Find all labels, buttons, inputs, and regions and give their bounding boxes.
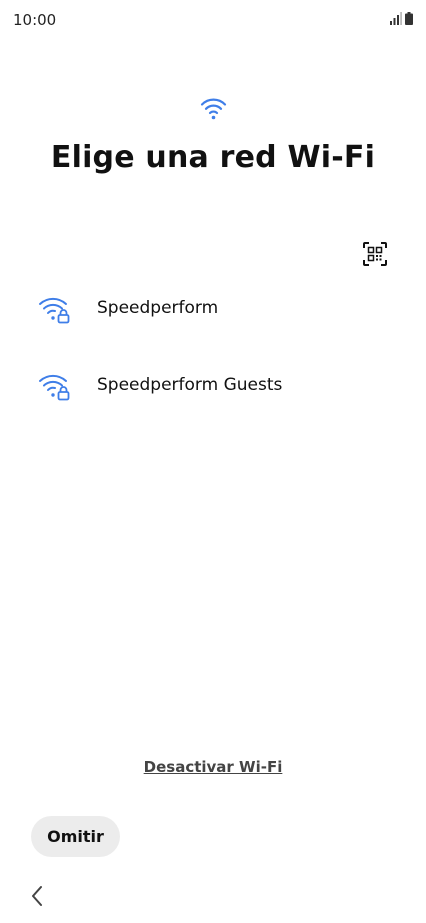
disable-wifi-link[interactable]: Desactivar Wi-Fi <box>0 758 426 776</box>
wifi-lock-icon <box>39 374 70 401</box>
status-icons <box>390 12 413 25</box>
back-button[interactable] <box>26 883 48 909</box>
network-list: Speedperform Speedperform Guests <box>0 278 426 432</box>
wifi-icon <box>200 98 227 120</box>
qr-code-scan-icon <box>363 242 387 266</box>
qr-scan-button[interactable] <box>358 238 392 270</box>
signal-icon <box>390 12 402 25</box>
skip-button[interactable]: Omitir <box>31 816 120 857</box>
network-item-speedperform[interactable]: Speedperform <box>0 278 426 355</box>
network-item-speedperform-guests[interactable]: Speedperform Guests <box>0 355 426 432</box>
wifi-lock-icon <box>39 297 70 324</box>
battery-icon <box>405 12 413 25</box>
network-name: Speedperform Guests <box>97 375 283 395</box>
status-time: 10:00 <box>13 11 57 29</box>
wifi-setup-screen: 10:00 Elige una red Wi-Fi Speedperform S… <box>0 0 426 923</box>
page-title: Elige una red Wi-Fi <box>50 140 376 175</box>
status-bar: 10:00 <box>0 0 426 40</box>
network-name: Speedperform <box>97 298 219 318</box>
back-chevron-icon <box>32 886 42 906</box>
